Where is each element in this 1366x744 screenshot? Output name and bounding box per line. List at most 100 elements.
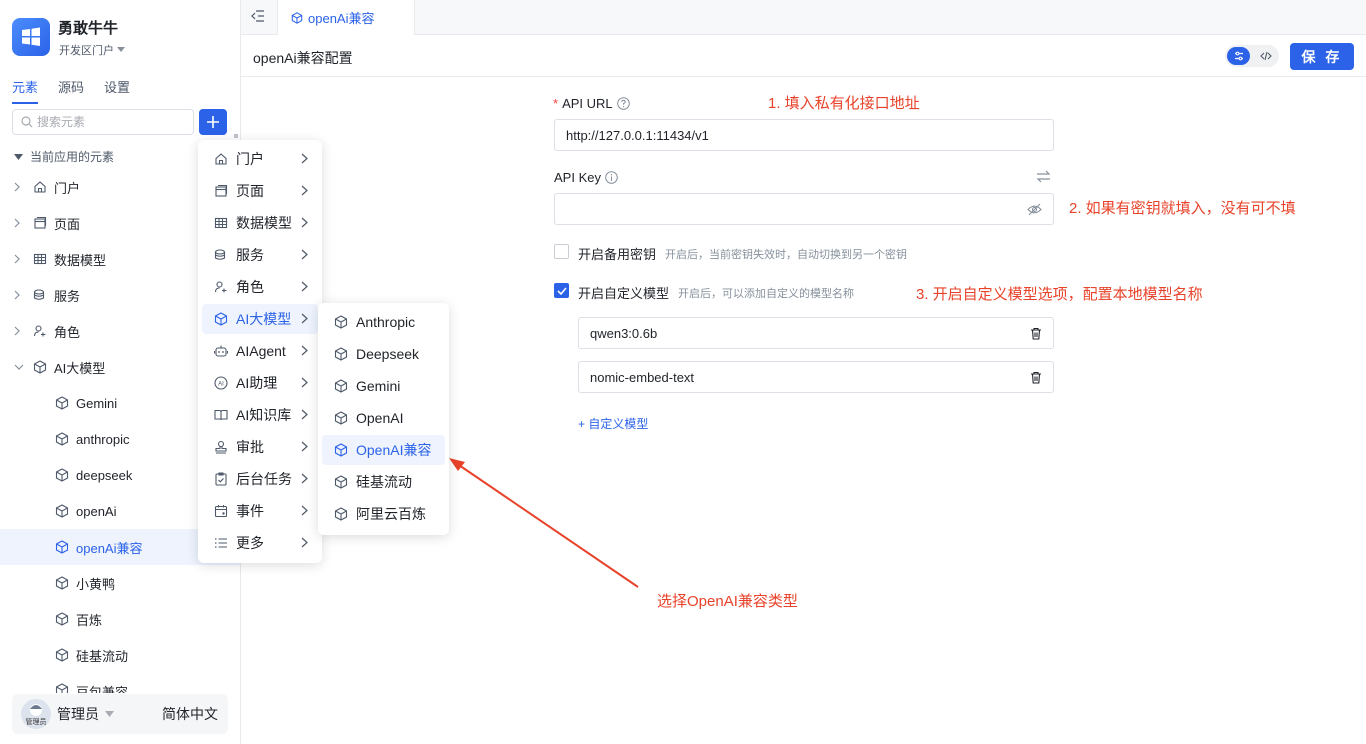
tree-item-doubao[interactable]: 豆包兼容 (0, 673, 240, 693)
menu-item-ai-model[interactable]: AI大模型 (202, 304, 318, 334)
code-view-toggle[interactable] (1254, 47, 1277, 65)
submenu-item-label: 硅基流动 (356, 474, 412, 490)
cube-icon (334, 347, 348, 361)
avatar-label: 管理员 (25, 719, 47, 726)
cube-icon (55, 432, 69, 446)
api-url-input[interactable]: http://127.0.0.1:11434/v1 (554, 119, 1054, 151)
tab-settings[interactable]: 设置 (104, 77, 130, 104)
menu-item-label: 服务 (236, 247, 264, 263)
tree-item-label: 硅基流动 (76, 648, 129, 664)
search-input[interactable] (37, 115, 177, 129)
submenu-item-openai[interactable]: OpenAI (322, 403, 445, 433)
tree-item-siliconflow[interactable]: 硅基流动 (0, 637, 240, 673)
tree-item-label: anthropic (76, 431, 130, 447)
collapse-sidebar-button[interactable] (251, 9, 265, 23)
tree-item-bailian[interactable]: 百炼 (0, 601, 240, 637)
page-icon (215, 184, 228, 197)
tab-elements[interactable]: 元素 (12, 77, 39, 104)
swap-icon[interactable] (1036, 170, 1051, 183)
submenu-item-deepseek[interactable]: Deepseek (322, 339, 445, 369)
menu-item-service[interactable]: 服务 (202, 240, 318, 270)
backup-key-checkbox[interactable] (554, 244, 569, 259)
portal-selector[interactable]: 开发区门户 (59, 42, 125, 58)
eye-off-icon[interactable] (1027, 203, 1042, 216)
custom-model-checkbox[interactable] (554, 283, 569, 298)
menu-item-page[interactable]: 页面 (202, 176, 318, 206)
save-button[interactable]: 保 存 (1290, 43, 1354, 70)
tree-item-label: 页面 (54, 216, 81, 232)
submenu-item-label: Gemini (356, 378, 401, 394)
cube-icon (55, 468, 69, 482)
model-input-2[interactable]: nomic-embed-text (578, 361, 1054, 393)
menu-item-background-task[interactable]: 后台任务 (202, 464, 318, 494)
user-role-icon (33, 325, 46, 337)
menu-item-ai-agent[interactable]: AIAgent (202, 336, 318, 366)
element-search[interactable] (12, 109, 194, 135)
tree-item-label: 门户 (54, 180, 81, 196)
annotation-arrow (449, 458, 639, 588)
submenu-item-siliconflow[interactable]: 硅基流动 (322, 467, 445, 497)
submenu-item-gemini[interactable]: Gemini (322, 371, 445, 401)
menu-item-role[interactable]: 角色 (202, 272, 318, 302)
chevron-right-icon (301, 281, 308, 292)
submenu-item-label: OpenAI (356, 410, 404, 426)
user-role-icon (214, 281, 227, 293)
trash-icon[interactable] (1030, 371, 1042, 384)
menu-item-approval[interactable]: 审批 (202, 432, 318, 462)
ai-assistant-icon: AI (214, 376, 228, 390)
chevron-right-icon (301, 185, 308, 196)
chevron-right-icon (301, 217, 308, 228)
robot-icon (214, 345, 228, 357)
submenu-item-anthropic[interactable]: Anthropic (322, 307, 445, 337)
trash-icon[interactable] (1030, 327, 1042, 340)
add-custom-model-link[interactable]: + 自定义模型 (578, 415, 648, 432)
chevron-right-icon (301, 377, 308, 388)
home-icon (34, 181, 46, 193)
chevron-right-icon (301, 345, 308, 356)
model-input-1[interactable]: qwen3:0.6b (578, 317, 1054, 349)
menu-item-ai-knowledge[interactable]: AI知识库 (202, 400, 318, 430)
chevron-right-icon (14, 290, 20, 300)
chevron-down-icon (14, 364, 24, 370)
form-view-toggle[interactable] (1227, 47, 1250, 65)
submenu-item-openai-compatible[interactable]: OpenAI兼容 (322, 435, 445, 465)
tree-item-duck[interactable]: 小黄鸭 (0, 565, 240, 601)
user-name[interactable]: 管理员 (57, 704, 99, 724)
help-icon[interactable] (616, 97, 630, 110)
api-url-label: * API URL (553, 96, 630, 111)
avatar[interactable]: 管理员 (21, 699, 51, 729)
settings-sliders-icon (1234, 51, 1243, 61)
cube-icon (334, 475, 348, 489)
language-selector[interactable]: 简体中文 (162, 704, 218, 724)
chevron-right-icon (301, 409, 308, 420)
caret-down-icon (105, 711, 114, 717)
tree-item-label: openAi兼容 (76, 540, 143, 556)
stamp-icon (215, 440, 227, 454)
custom-model-label: 开启自定义模型 (578, 286, 670, 301)
cube-icon (334, 315, 348, 329)
menu-item-event[interactable]: 事件 (202, 496, 318, 526)
api-key-input[interactable] (554, 193, 1054, 225)
tab-source[interactable]: 源码 (58, 77, 84, 104)
backup-key-row: 开启备用密钥 开启后，当前密钥失效时，自动切换到另一个密钥 (578, 244, 907, 263)
submenu-item-aliyun-bailian[interactable]: 阿里云百炼 (322, 499, 445, 529)
tree-item-label: 豆包兼容 (76, 685, 129, 693)
code-icon (1259, 51, 1272, 61)
database-icon (214, 249, 226, 260)
menu-item-more[interactable]: 更多 (202, 528, 318, 558)
book-icon (214, 409, 228, 421)
info-icon[interactable] (605, 171, 618, 184)
add-element-button[interactable] (199, 109, 227, 135)
submenu-item-label: Deepseek (356, 346, 420, 362)
page-title: openAi兼容配置 (253, 50, 353, 66)
menu-item-portal[interactable]: 门户 (202, 144, 318, 174)
custom-model-row: 开启自定义模型 开启后，可以添加自定义的模型名称 (578, 283, 854, 302)
menu-item-ai-assistant[interactable]: AI AI助理 (202, 368, 318, 398)
section-current-app[interactable]: 当前应用的元素 (14, 148, 114, 165)
clipboard-task-icon (215, 472, 227, 486)
app-logo[interactable] (12, 18, 50, 56)
menu-item-data-model[interactable]: 数据模型 (202, 208, 318, 238)
cube-icon (55, 612, 69, 626)
annotation-3: 3. 开启自定义模型选项，配置本地模型名称 (916, 286, 1203, 303)
tab-openai-compatible[interactable]: openAi兼容 (277, 0, 415, 35)
